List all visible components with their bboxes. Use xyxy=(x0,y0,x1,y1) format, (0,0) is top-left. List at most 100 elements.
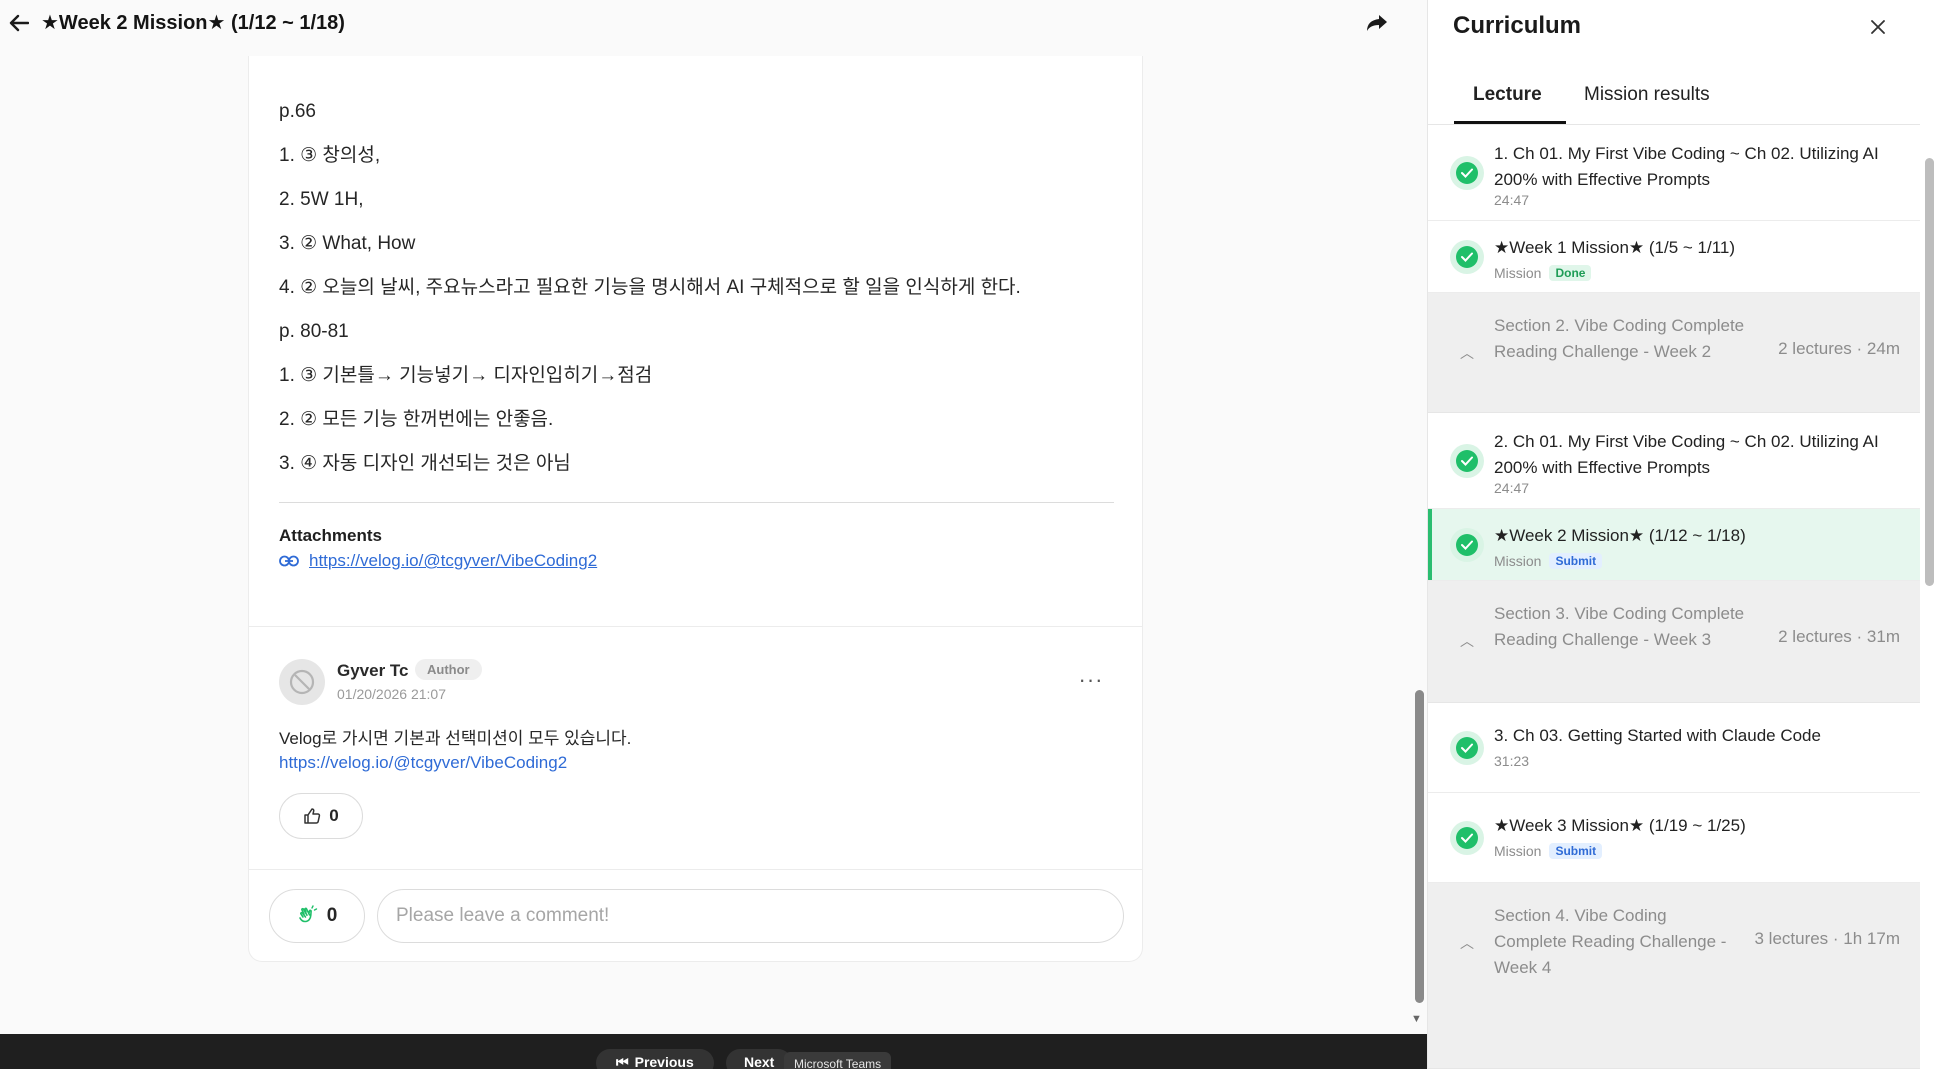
section-header[interactable]: ︿ Section 3. Vibe Coding Complete Readin… xyxy=(1428,581,1920,703)
post-line: p. 80-81 xyxy=(279,321,349,342)
completed-check xyxy=(1450,821,1484,855)
curriculum-tabs: Lecture Mission results xyxy=(1428,78,1920,125)
lecture-title: 2. Ch 01. My First Vibe Coding ~ Ch 02. … xyxy=(1494,432,1879,477)
mission-meta: Mission Submit xyxy=(1494,553,1603,569)
check-icon xyxy=(1461,252,1473,262)
section-header[interactable]: ︿ Section 4. Vibe Coding Complete Readin… xyxy=(1428,883,1920,1069)
lecture-item[interactable]: 1. Ch 01. My First Vibe Coding ~ Ch 02. … xyxy=(1428,125,1920,221)
close-panel-button[interactable] xyxy=(1860,10,1896,44)
check-icon xyxy=(1461,456,1473,466)
check-icon xyxy=(1461,743,1473,753)
chevron-up-icon: ︿ xyxy=(1460,935,1474,951)
section-count: 2 lectures · 24m xyxy=(1778,339,1900,358)
check-icon xyxy=(1461,833,1473,843)
status-badge: Done xyxy=(1549,265,1592,281)
like-button[interactable]: 0 xyxy=(279,793,363,839)
more-options-button[interactable]: ··· xyxy=(1071,667,1111,692)
mission-title: ★Week 2 Mission★ (1/12 ~ 1/18) xyxy=(1494,526,1746,545)
lecture-title: 1. Ch 01. My First Vibe Coding ~ Ch 02. … xyxy=(1494,144,1879,189)
panel-title: Curriculum xyxy=(1453,12,1582,39)
mission-meta: Mission Submit xyxy=(1494,843,1603,859)
thumbs-up-icon xyxy=(304,808,321,824)
previous-button[interactable]: ⏮ Previous xyxy=(596,1049,714,1069)
tab-mission-results[interactable]: Mission results xyxy=(1584,84,1710,106)
like-count: 0 xyxy=(329,806,339,825)
share-button[interactable] xyxy=(1362,8,1392,38)
completed-check xyxy=(1450,444,1484,478)
lecture-duration: 24:47 xyxy=(1494,192,1530,208)
main-scrollbar-thumb[interactable] xyxy=(1415,690,1424,1003)
section-title: Section 2. Vibe Coding Complete Reading … xyxy=(1494,316,1745,361)
post-card: p.66 1. ③ 창의성, 2. 5W 1H, 3. ② What, How … xyxy=(248,56,1143,962)
lecture-item[interactable]: 2. Ch 01. My First Vibe Coding ~ Ch 02. … xyxy=(1428,413,1920,509)
post-line: 3. ④ 자동 디자인 개선되는 것은 아님 xyxy=(279,453,571,474)
lecture-title: 3. Ch 03. Getting Started with Claude Co… xyxy=(1494,726,1821,745)
section-count: 3 lectures · 1h 17m xyxy=(1754,929,1900,948)
status-badge: Submit xyxy=(1549,553,1603,569)
section-count: 2 lectures · 31m xyxy=(1778,627,1900,646)
completed-check xyxy=(1450,528,1484,562)
attachments-title: Attachments xyxy=(279,526,382,545)
post-line: 4. ② 오늘의 날씨, 주요뉴스라고 필요한 기능을 명시해서 AI 구체적으… xyxy=(279,277,1021,298)
bottom-bar: ⏮ Previous Next Microsoft Teams xyxy=(0,1034,1427,1069)
tab-lecture[interactable]: Lecture xyxy=(1473,84,1542,106)
lecture-item[interactable]: 3. Ch 03. Getting Started with Claude Co… xyxy=(1428,703,1920,793)
mission-item[interactable]: ★Week 1 Mission★ (1/5 ~ 1/11) Mission Don… xyxy=(1428,221,1920,293)
mission-meta: Mission Done xyxy=(1494,265,1592,281)
clap-count: 0 xyxy=(326,905,338,926)
main-area: ★Week 2 Mission★ (1/12 ~ 1/18) p.66 1. ③… xyxy=(0,0,1427,1069)
comment-input[interactable] xyxy=(377,889,1124,943)
post-line: 1. ③ 기본틀→ 기능넣기→ 디자인입히기→점검 xyxy=(279,365,653,386)
curriculum-panel: Curriculum Lecture Mission results 1. Ch… xyxy=(1427,0,1939,1069)
post-content: p.66 1. ③ 창의성, 2. 5W 1H, 3. ② What, How … xyxy=(279,100,1114,496)
comment-separator xyxy=(249,626,1142,627)
avatar[interactable] xyxy=(279,659,325,705)
reply-separator xyxy=(249,869,1142,870)
lecture-duration: 24:47 xyxy=(1494,480,1530,496)
back-button[interactable] xyxy=(4,8,34,38)
mission-title: ★Week 3 Mission★ (1/19 ~ 1/25) xyxy=(1494,816,1746,835)
active-tab-indicator xyxy=(1454,121,1566,124)
top-bar: ★Week 2 Mission★ (1/12 ~ 1/18) xyxy=(0,0,1427,44)
comment-text: Velog로 가시면 기본과 선택미션이 모두 있습니다. xyxy=(279,729,632,748)
completed-check xyxy=(1450,156,1484,190)
panel-scrollbar-thumb[interactable] xyxy=(1925,158,1934,586)
clap-button[interactable]: 0 xyxy=(269,889,365,943)
clap-icon xyxy=(298,905,317,923)
author-badge: Author xyxy=(415,659,482,680)
content-divider xyxy=(279,502,1114,503)
post-line: p.66 xyxy=(279,101,316,122)
section-title: Section 3. Vibe Coding Complete Reading … xyxy=(1494,604,1745,649)
section-title: Section 4. Vibe Coding Complete Reading … xyxy=(1494,906,1727,977)
mission-title: ★Week 1 Mission★ (1/5 ~ 1/11) xyxy=(1494,238,1736,257)
close-icon xyxy=(1871,20,1885,34)
attachment-url[interactable]: https://velog.io/@tcgyver/VibeCoding2 xyxy=(309,551,597,571)
comment-date: 01/20/2026 21:07 xyxy=(337,686,446,702)
curriculum-list: 1. Ch 01. My First Vibe Coding ~ Ch 02. … xyxy=(1428,125,1920,1069)
comment-author[interactable]: Gyver Tc xyxy=(337,661,409,681)
post-line: 2. ② 모든 기능 한꺼번에는 안좋음. xyxy=(279,409,554,430)
check-icon xyxy=(1461,540,1473,550)
link-icon xyxy=(279,555,299,567)
section-header[interactable]: ︿ Section 2. Vibe Coding Complete Readin… xyxy=(1428,293,1920,413)
chevron-up-icon: ︿ xyxy=(1460,345,1474,361)
scroll-down-icon[interactable]: ▼ xyxy=(1411,1013,1422,1025)
post-line: 2. 5W 1H, xyxy=(279,189,364,210)
next-button[interactable]: Next xyxy=(726,1049,793,1069)
teams-tooltip: Microsoft Teams xyxy=(784,1052,892,1069)
post-line: 3. ② What, How xyxy=(279,233,416,254)
skip-back-icon: ⏮ xyxy=(616,1054,629,1069)
previous-label: Previous xyxy=(634,1054,694,1069)
lecture-duration: 31:23 xyxy=(1494,753,1530,769)
completed-check xyxy=(1450,240,1484,274)
mission-item[interactable]: ★Week 3 Mission★ (1/19 ~ 1/25) Mission Su… xyxy=(1428,793,1920,883)
post-line: 1. ③ 창의성, xyxy=(279,145,381,166)
status-badge: Submit xyxy=(1549,843,1603,859)
mission-item-active[interactable]: ★Week 2 Mission★ (1/12 ~ 1/18) Mission Su… xyxy=(1428,509,1920,581)
attachment-link[interactable]: https://velog.io/@tcgyver/VibeCoding2 xyxy=(279,551,597,571)
share-icon xyxy=(1367,15,1387,31)
chevron-up-icon: ︿ xyxy=(1460,633,1474,649)
page-title: ★Week 2 Mission★ (1/12 ~ 1/18) xyxy=(41,12,345,34)
comment-link[interactable]: https://velog.io/@tcgyver/VibeCoding2 xyxy=(279,753,567,773)
check-icon xyxy=(1461,168,1473,178)
